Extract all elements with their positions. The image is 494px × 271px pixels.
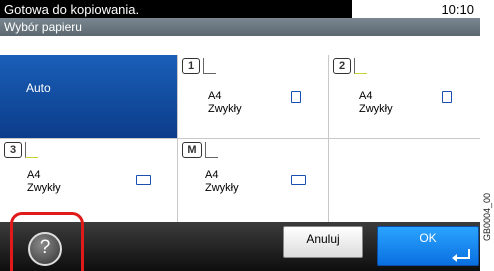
option-manual-feed[interactable]: M A4 Zwykły	[178, 139, 328, 222]
paper-tray-icon	[25, 142, 38, 158]
tray-3-size: A4	[27, 169, 41, 181]
figure-code-text: GB0004_00	[482, 192, 492, 242]
portrait-orientation-icon	[442, 91, 452, 103]
tray-3-info: A4 Zwykły	[27, 169, 61, 195]
option-auto[interactable]: Auto	[0, 55, 177, 138]
option-tray-3[interactable]: 3 A4 Zwykły	[0, 139, 177, 222]
enter-icon	[452, 249, 470, 262]
option-auto-label: Auto	[26, 81, 51, 95]
tray-1-size: A4	[208, 90, 222, 102]
ok-button-label: OK	[419, 231, 437, 245]
grid-divider	[0, 138, 480, 139]
tray-2-type: Zwykły	[359, 103, 393, 115]
grid-divider	[177, 55, 178, 222]
clock: 10:10	[441, 2, 474, 17]
tray-3-type: Zwykły	[27, 182, 61, 194]
tray-2-badge: 2	[333, 58, 351, 74]
cancel-button-label: Anuluj	[306, 232, 340, 246]
landscape-orientation-icon	[136, 175, 151, 185]
grid-divider	[328, 55, 329, 222]
landscape-orientation-icon	[291, 175, 306, 185]
tray-3-badge: 3	[4, 142, 22, 158]
paper-tray-icon	[354, 58, 367, 74]
status-bar: Gotowa do kopiowania. 10:10	[0, 0, 480, 18]
option-tray-1[interactable]: 1 A4 Zwykły	[178, 55, 328, 138]
manual-feed-badge: M	[182, 142, 202, 158]
copy-screen: Gotowa do kopiowania. 10:10 Wybór papier…	[0, 0, 480, 271]
tray-1-badge: 1	[182, 58, 200, 74]
manual-feed-type: Zwykły	[205, 182, 239, 194]
paper-tray-icon	[205, 142, 218, 158]
title-bar: Wybór papieru	[0, 18, 480, 36]
help-highlight-frame	[10, 212, 84, 271]
figure-code: GB0004_00	[479, 172, 494, 268]
tray-2-size: A4	[359, 90, 373, 102]
status-message: Gotowa do kopiowania.	[4, 2, 140, 17]
clock-area: 10:10	[352, 0, 480, 18]
tray-2-info: A4 Zwykły	[359, 90, 393, 116]
page-title: Wybór papieru	[4, 20, 82, 34]
paper-selection-grid: Auto 1 A4 Zwykły 2 A4 Zwykły 3 A4 Zwykły…	[0, 55, 480, 222]
manual-feed-info: A4 Zwykły	[205, 169, 239, 195]
manual-feed-size: A4	[205, 169, 219, 181]
tray-1-type: Zwykły	[208, 103, 242, 115]
paper-tray-icon	[203, 58, 216, 74]
cancel-button[interactable]: Anuluj	[283, 226, 363, 258]
option-tray-2[interactable]: 2 A4 Zwykły	[329, 55, 480, 138]
portrait-orientation-icon	[291, 91, 301, 103]
ok-button[interactable]: OK	[377, 226, 479, 266]
tray-1-info: A4 Zwykły	[208, 90, 242, 116]
